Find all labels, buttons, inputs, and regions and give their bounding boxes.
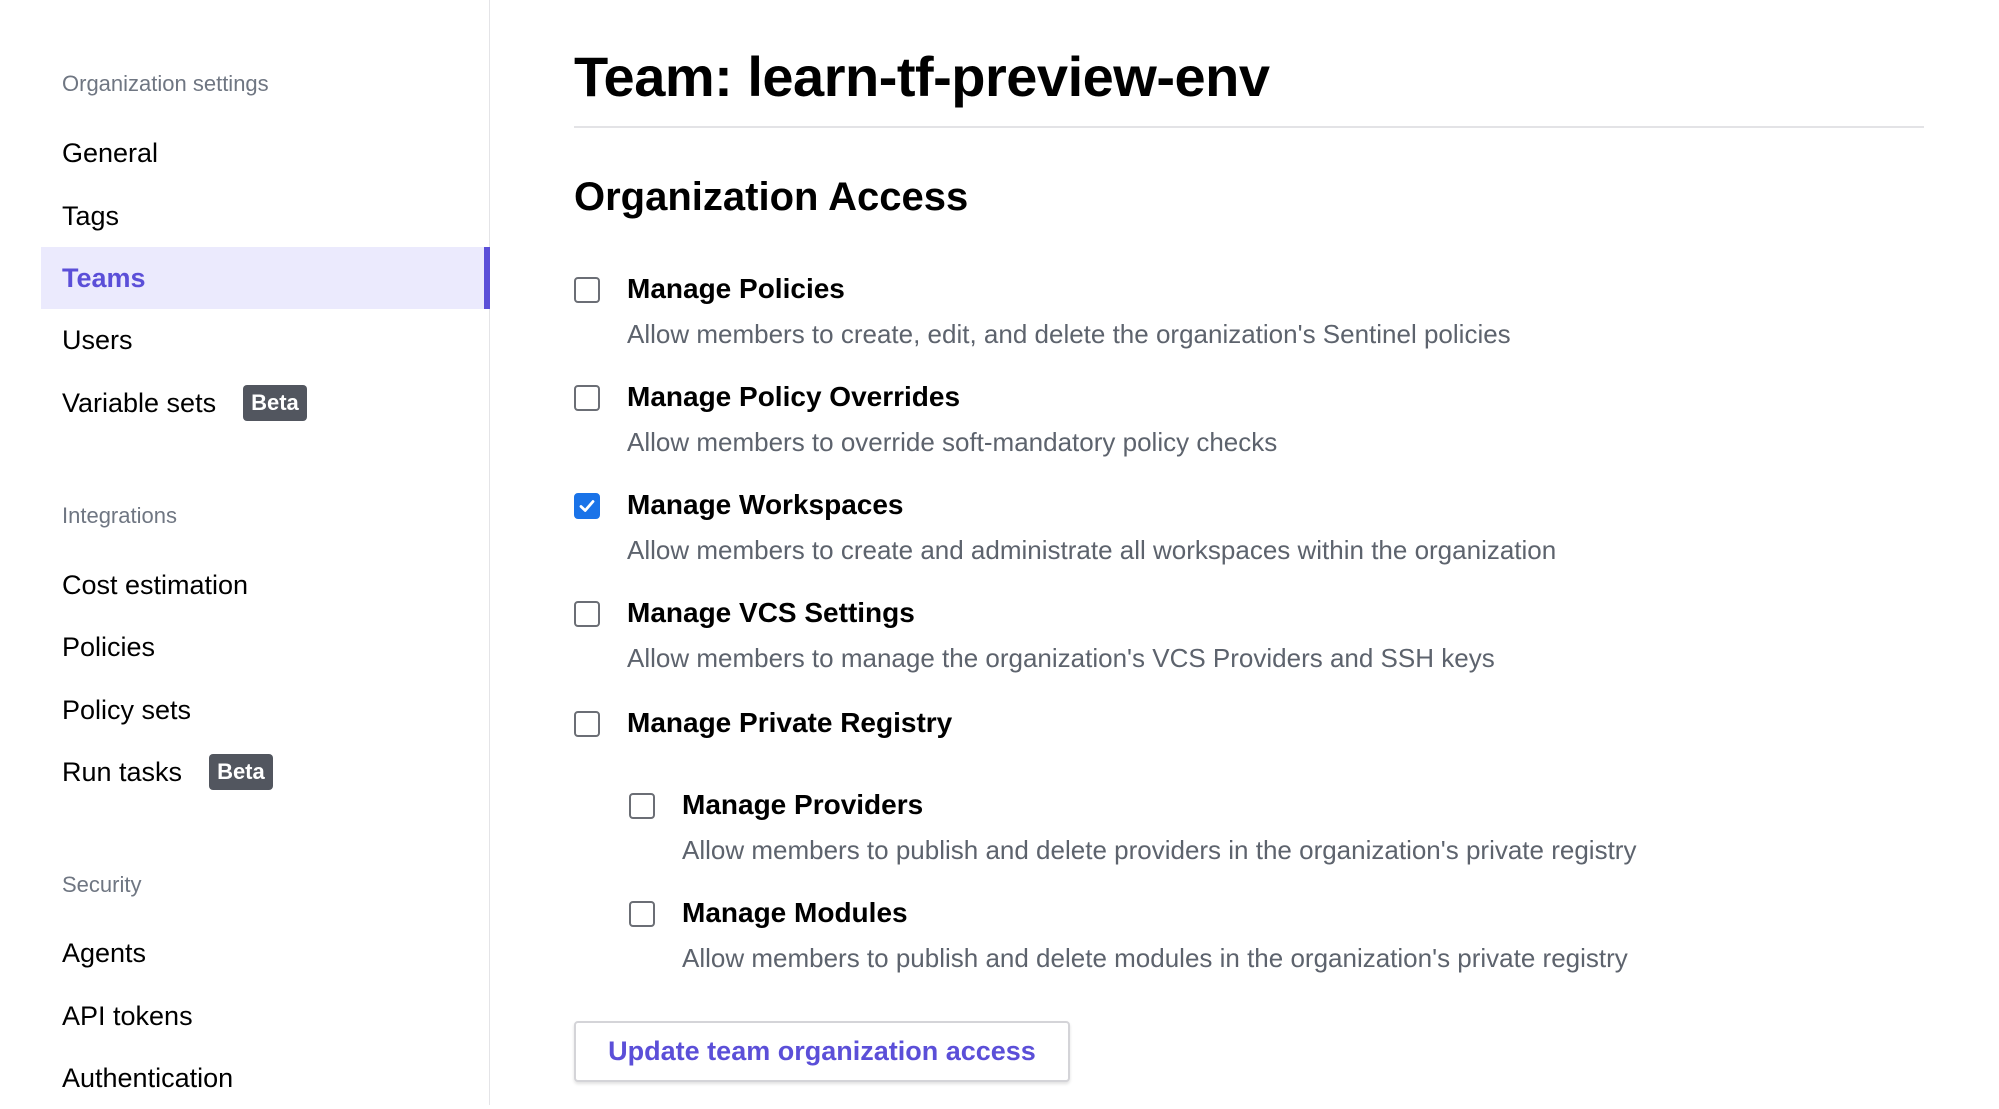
manage-modules-checkbox[interactable] [629, 901, 655, 927]
permission-label: Manage Providers [682, 789, 924, 820]
sidebar-section-integrations: Integrations [62, 503, 177, 528]
sidebar-item-policy-sets[interactable]: Policy sets [41, 679, 490, 741]
permission-description: Allow members to publish and delete modu… [682, 943, 1628, 973]
page-title: Team: learn-tf-preview-env [574, 45, 1270, 108]
sidebar-item-variable-sets[interactable]: Variable sets Beta [41, 372, 490, 434]
permission-description: Allow members to override soft-mandatory… [627, 427, 1278, 457]
manage-workspaces-checkbox[interactable] [574, 493, 600, 519]
sidebar-item-label: Users [62, 324, 133, 355]
sidebar-item-label: Agents [62, 937, 147, 968]
permission-description: Allow members to create and administrate… [627, 535, 1557, 565]
sidebar-item-users[interactable]: Users [41, 309, 490, 371]
sidebar-item-label: Run tasks [62, 756, 183, 787]
permission-description: Allow members to publish and delete prov… [682, 835, 1637, 865]
permission-description: Allow members to create, edit, and delet… [627, 319, 1511, 349]
permission-description: Allow members to manage the organization… [627, 643, 1495, 673]
sidebar-item-label: Variable sets [62, 387, 217, 418]
sidebar-item-label: Policy sets [62, 694, 192, 725]
sidebar-item-label: API tokens [62, 1000, 193, 1031]
sidebar-item-agents[interactable]: Agents [41, 922, 490, 984]
beta-badge: Beta [243, 385, 307, 421]
sidebar-item-cost-estimation[interactable]: Cost estimation [41, 554, 490, 616]
sidebar-item-run-tasks[interactable]: Run tasks Beta [41, 741, 490, 803]
permission-label: Manage Workspaces [627, 489, 904, 520]
permission-label: Manage Policies [627, 273, 845, 304]
sidebar-item-label: Authentication [62, 1062, 234, 1093]
sidebar-item-label: Teams [62, 262, 146, 293]
manage-private-registry-checkbox[interactable] [574, 711, 600, 737]
title-divider [574, 126, 1924, 128]
sidebar-item-general[interactable]: General [41, 122, 490, 184]
permission-label: Manage Policy Overrides [627, 381, 961, 412]
sidebar: Organization settings General Tags Teams… [0, 0, 490, 1105]
sidebar-section-security: Security [62, 872, 142, 897]
permission-label: Manage Modules [682, 897, 908, 928]
sidebar-item-authentication[interactable]: Authentication [41, 1047, 490, 1109]
checkmark-icon [579, 500, 595, 512]
sidebar-item-policies[interactable]: Policies [41, 616, 490, 678]
update-team-access-button[interactable]: Update team organization access [574, 1021, 1070, 1082]
sidebar-item-tags[interactable]: Tags [41, 185, 490, 247]
manage-policy-overrides-checkbox[interactable] [574, 385, 600, 411]
permission-label: Manage Private Registry [627, 707, 953, 738]
sidebar-section-organization-settings: Organization settings [62, 71, 269, 96]
manage-providers-checkbox[interactable] [629, 793, 655, 819]
beta-badge: Beta [209, 754, 273, 790]
sidebar-item-label: General [62, 137, 159, 168]
sidebar-item-label: Tags [62, 200, 120, 231]
manage-policies-checkbox[interactable] [574, 277, 600, 303]
section-title: Organization Access [574, 175, 969, 219]
sidebar-item-label: Policies [62, 631, 156, 662]
sidebar-item-api-tokens[interactable]: API tokens [41, 985, 490, 1047]
sidebar-item-teams[interactable]: Teams [41, 247, 490, 309]
sidebar-item-label: Cost estimation [62, 569, 249, 600]
manage-vcs-settings-checkbox[interactable] [574, 601, 600, 627]
permission-label: Manage VCS Settings [627, 597, 915, 628]
